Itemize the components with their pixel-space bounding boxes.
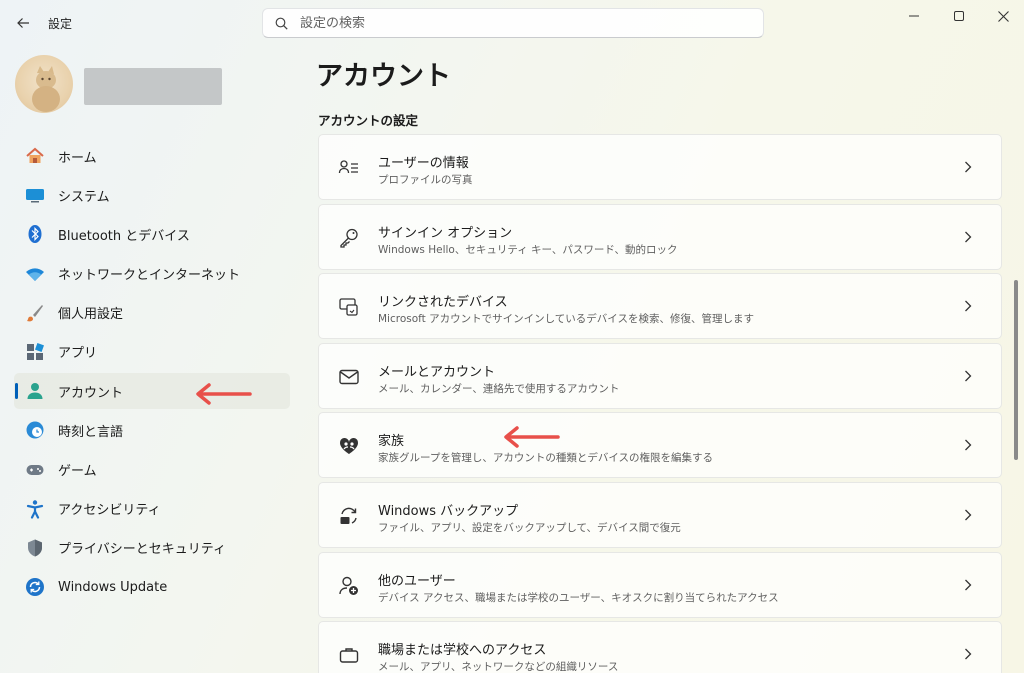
minimize-button[interactable]	[899, 6, 929, 26]
maximize-icon	[954, 11, 964, 21]
sidebar-item-network[interactable]: ネットワークとインターネット	[14, 256, 290, 292]
chevron-right-icon	[961, 369, 975, 383]
search-box[interactable]	[262, 8, 764, 38]
brush-icon	[24, 302, 46, 324]
shield-icon	[24, 537, 46, 559]
home-icon	[24, 145, 46, 167]
sidebar-item-accessibility[interactable]: アクセシビリティ	[14, 491, 290, 527]
card-sign-in-options[interactable]: サインイン オプション Windows Hello、セキュリティ キー、パスワー…	[318, 203, 1002, 270]
annotation-arrow-family	[504, 426, 560, 448]
settings-card-list: ユーザーの情報 プロファイルの写真 サインイン オプション Windows He…	[318, 134, 1002, 673]
minimize-icon	[909, 15, 919, 17]
title-bar: 設定	[0, 0, 1024, 44]
apps-icon	[24, 341, 46, 363]
chevron-right-icon	[961, 299, 975, 313]
family-heart-icon	[337, 434, 361, 458]
time-language-icon	[24, 419, 46, 441]
chevron-right-icon	[961, 647, 975, 661]
username-redacted	[84, 68, 222, 105]
maximize-button[interactable]	[944, 6, 974, 26]
key-icon	[337, 226, 361, 250]
card-email-accounts[interactable]: メールとアカウント メール、カレンダー、連絡先で使用するアカウント	[318, 342, 1002, 409]
update-icon	[24, 576, 46, 598]
chevron-right-icon	[961, 230, 975, 244]
close-icon	[997, 10, 1009, 22]
sidebar-nav: ホーム システム Bluetooth とデバイス ネットワークとインターネット …	[14, 138, 290, 608]
page-title: アカウント	[316, 61, 451, 92]
account-icon	[24, 380, 46, 402]
sidebar-item-gaming[interactable]: ゲーム	[14, 452, 290, 488]
card-other-users[interactable]: 他のユーザー デバイス アクセス、職場または学校のユーザー、キオスクに割り当てら…	[318, 551, 1002, 618]
accessibility-icon	[24, 498, 46, 520]
card-linked-devices[interactable]: リンクされたデバイス Microsoft アカウントでサインインしているデバイス…	[318, 273, 1002, 340]
back-arrow-icon	[17, 18, 29, 28]
briefcase-icon	[337, 643, 361, 667]
avatar[interactable]	[15, 55, 73, 113]
card-windows-backup[interactable]: Windows バックアップ ファイル、アプリ、設定をバックアップして、デバイス…	[318, 481, 1002, 548]
card-family[interactable]: 家族 家族グループを管理し、アカウントの種類とデバイスの権限を編集する	[318, 412, 1002, 479]
annotation-arrow-accounts	[196, 383, 252, 405]
sidebar-item-privacy[interactable]: プライバシーとセキュリティ	[14, 530, 290, 566]
scrollbar-thumb[interactable]	[1014, 280, 1018, 460]
cat-avatar-icon	[32, 66, 60, 112]
card-your-info[interactable]: ユーザーの情報 プロファイルの写真	[318, 134, 1002, 200]
search-icon	[275, 17, 288, 30]
sidebar-item-system[interactable]: システム	[14, 177, 290, 213]
add-user-icon	[337, 574, 361, 598]
mail-icon	[337, 365, 361, 389]
sidebar-item-home[interactable]: ホーム	[14, 138, 290, 174]
user-info-icon	[337, 156, 361, 180]
sidebar-item-apps[interactable]: アプリ	[14, 334, 290, 370]
card-work-school-access[interactable]: 職場または学校へのアクセス メール、アプリ、ネットワークなどの組織リソース	[318, 621, 1002, 673]
sidebar-item-bluetooth[interactable]: Bluetooth とデバイス	[14, 216, 290, 252]
search-input[interactable]	[300, 15, 700, 31]
section-title: アカウントの設定	[318, 113, 419, 128]
sidebar-item-windows-update[interactable]: Windows Update	[14, 569, 290, 605]
chevron-right-icon	[961, 508, 975, 522]
bluetooth-icon	[24, 223, 46, 245]
close-button[interactable]	[988, 6, 1018, 26]
chevron-right-icon	[961, 438, 975, 452]
app-title: 設定	[48, 17, 73, 31]
gamepad-icon	[24, 459, 46, 481]
sidebar-item-time-language[interactable]: 時刻と言語	[14, 412, 290, 448]
system-icon	[24, 184, 46, 206]
chevron-right-icon	[961, 578, 975, 592]
backup-icon	[337, 504, 361, 528]
sidebar-item-personalization[interactable]: 個人用設定	[14, 295, 290, 331]
linked-devices-icon	[337, 295, 361, 319]
back-button[interactable]	[12, 12, 34, 34]
wifi-icon	[24, 263, 46, 285]
chevron-right-icon	[961, 160, 975, 174]
